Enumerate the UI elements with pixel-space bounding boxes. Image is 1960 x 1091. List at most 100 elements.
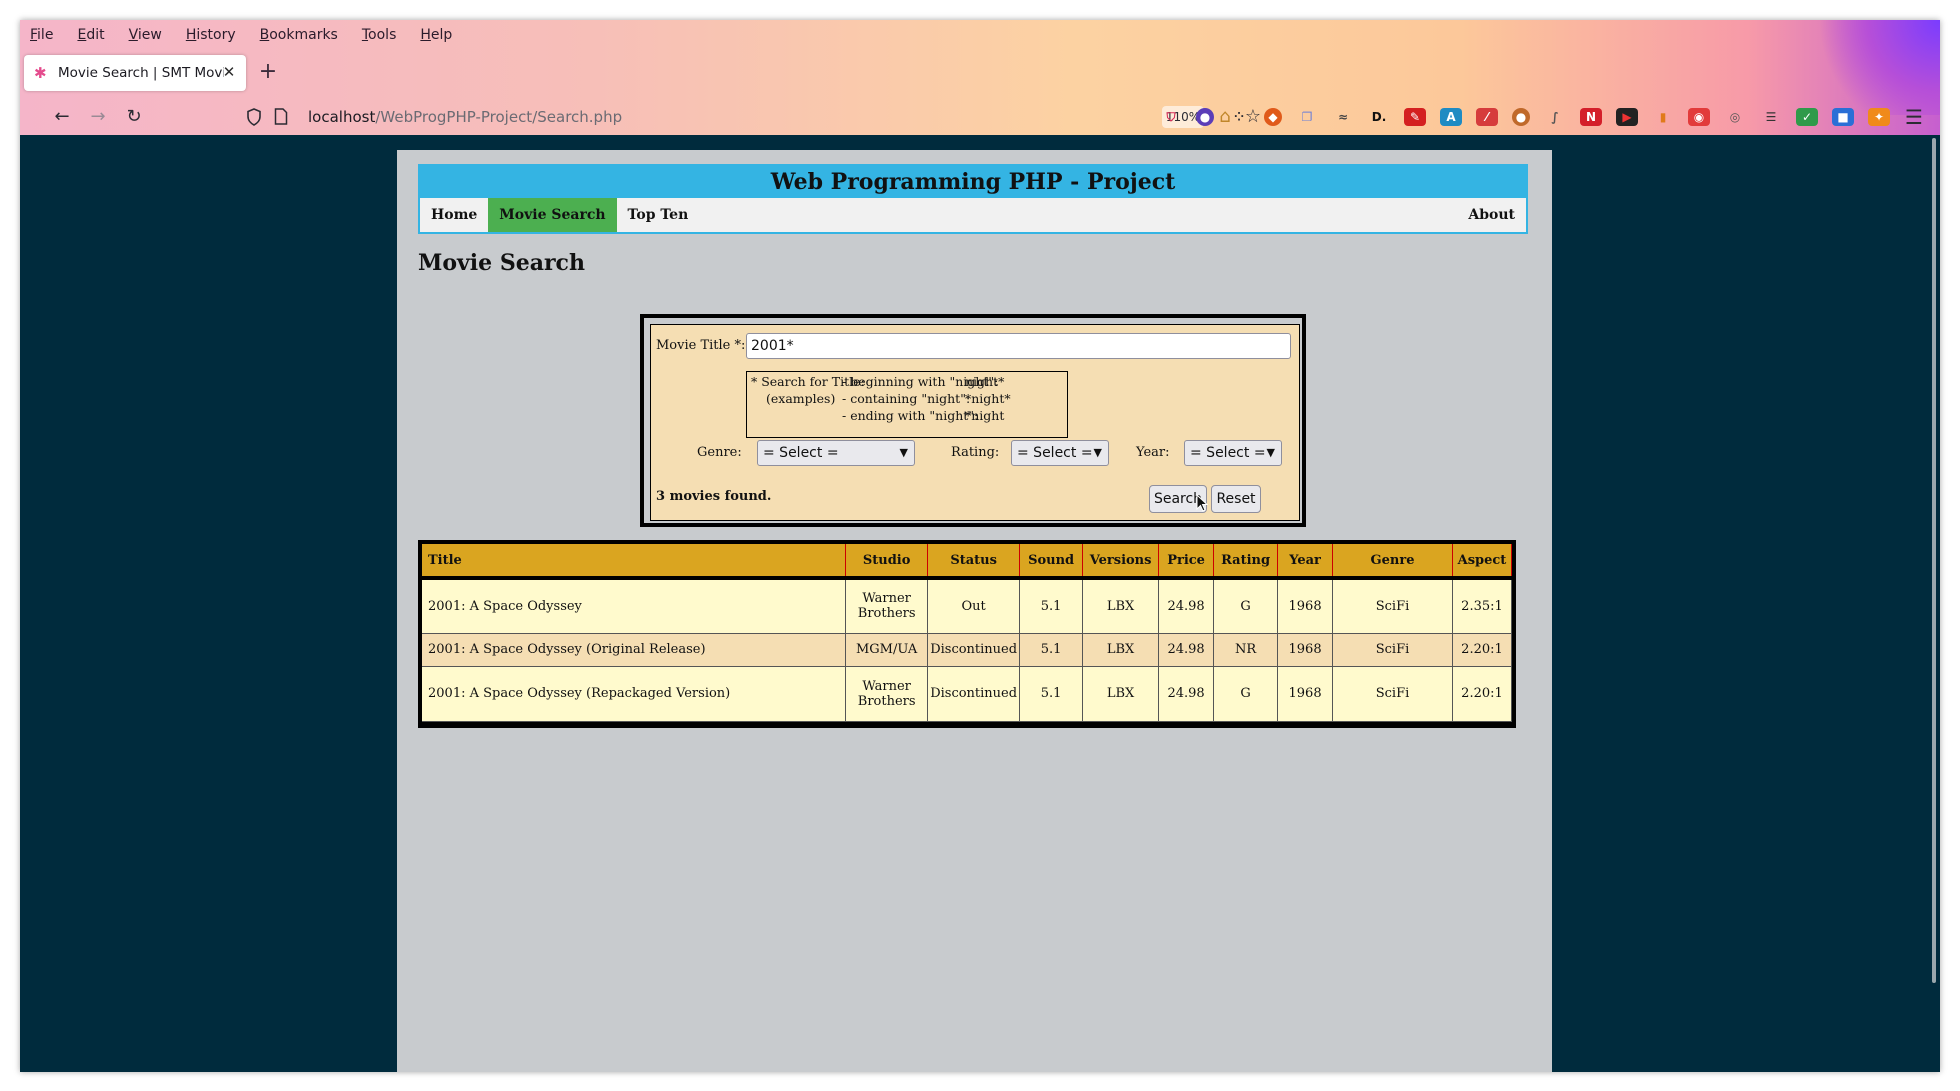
reset-button[interactable]: Reset: [1211, 485, 1261, 513]
pen-extension-icon[interactable]: ✎: [1404, 108, 1426, 126]
nav-movie-search[interactable]: Movie Search: [488, 198, 617, 232]
help-example-1: night*: [965, 374, 1005, 389]
col-header-aspect[interactable]: Aspect: [1452, 544, 1513, 580]
nav-top-ten[interactable]: Top Ten: [617, 198, 700, 232]
page-container: Web Programming PHP - Project Home Movie…: [397, 150, 1552, 1072]
col-header-title[interactable]: Title: [422, 544, 847, 580]
col-header-price[interactable]: Price: [1158, 544, 1215, 580]
close-icon[interactable]: ✕: [220, 63, 238, 81]
col-header-studio[interactable]: Studio: [845, 544, 929, 580]
media-extension-icon[interactable]: ▶: [1616, 108, 1638, 126]
url-text[interactable]: localhost/WebProgPHP-Project/Search.php: [308, 108, 622, 126]
col-header-sound[interactable]: Sound: [1019, 544, 1084, 580]
cell-genre: SciFi: [1332, 578, 1453, 634]
genre-label: Genre:: [697, 445, 742, 460]
cell-status: Discontinued: [927, 633, 1021, 667]
a-extension-icon[interactable]: A: [1440, 108, 1462, 126]
camera-extension-icon[interactable]: ◉: [1688, 108, 1710, 126]
menu-view[interactable]: View: [129, 27, 162, 43]
search-help-box: * Search for Title: (examples) - beginni…: [746, 371, 1068, 438]
rating-select[interactable]: = Select = ▼: [1011, 440, 1109, 466]
site-header: Web Programming PHP - Project Home Movie…: [418, 164, 1528, 234]
rating-label: Rating:: [951, 445, 1000, 460]
nav-home[interactable]: Home: [420, 198, 488, 232]
cell-aspect: 2.35:1: [1452, 578, 1513, 634]
browser-tab[interactable]: ✱ Movie Search | SMT Movie ✕: [24, 55, 246, 91]
menu-tools[interactable]: Tools: [362, 27, 397, 43]
col-header-genre[interactable]: Genre: [1332, 544, 1453, 580]
page-content: Web Programming PHP - Project Home Movie…: [418, 164, 1528, 728]
menu-bar: File Edit View History Bookmarks Tools H…: [20, 20, 476, 50]
site-nav: Home Movie Search Top Ten About: [420, 198, 1526, 232]
shield-extension-icon[interactable]: ◆: [1264, 108, 1282, 126]
gauge-extension-icon[interactable]: ◎: [1724, 108, 1746, 126]
page-info-icon[interactable]: [274, 108, 288, 125]
col-header-rating[interactable]: Rating: [1213, 544, 1279, 580]
cell-year: 1968: [1277, 633, 1334, 667]
n-extension-icon[interactable]: N: [1580, 108, 1602, 126]
col-header-versions[interactable]: Versions: [1082, 544, 1160, 580]
cell-price: 24.98: [1158, 633, 1215, 667]
page-title: Movie Search: [418, 250, 585, 276]
nav-about[interactable]: About: [1457, 198, 1526, 232]
cell-rating: NR: [1213, 633, 1279, 667]
pdf-extension-icon[interactable]: ⁄: [1476, 108, 1498, 126]
extension-icons: ⛉ ● ⁘ ◆ ❐ ≈ D. ✎ A ⁄ ● ∫ N ▶ ▮ ◉ ◎ ☰ ✓ ■: [1160, 99, 1904, 135]
dots-extension-icon[interactable]: ⁘: [1228, 108, 1250, 126]
menu-help[interactable]: Help: [420, 27, 452, 43]
cell-versions: LBX: [1082, 666, 1160, 722]
cell-price: 24.98: [1158, 666, 1215, 722]
cell-studio: MGM/UA: [845, 633, 929, 667]
cell-genre: SciFi: [1332, 633, 1453, 667]
cell-studio: Warner Brothers: [845, 666, 929, 722]
help-example-2: *night*: [965, 391, 1011, 406]
cell-year: 1968: [1277, 578, 1334, 634]
menu-bookmarks[interactable]: Bookmarks: [260, 27, 338, 43]
quill-extension-icon[interactable]: ∫: [1544, 108, 1566, 126]
table-row[interactable]: 2001: A Space Odyssey (Repackaged Versio…: [422, 666, 1513, 722]
puzzle-extension-icon[interactable]: ✦: [1868, 108, 1890, 126]
cell-year: 1968: [1277, 666, 1334, 722]
menu-file[interactable]: File: [30, 27, 53, 43]
cell-sound: 5.1: [1019, 633, 1084, 667]
studio-line-1: Warner: [862, 678, 911, 694]
table-row[interactable]: 2001: A Space Odyssey (Original Release)…: [422, 633, 1513, 667]
menu-edit[interactable]: Edit: [77, 27, 104, 43]
forward-arrow-icon[interactable]: →: [84, 103, 112, 131]
reload-icon[interactable]: ↻: [120, 103, 148, 131]
chevron-down-icon: ▼: [1093, 446, 1102, 459]
movie-title-input[interactable]: 2001*: [746, 333, 1291, 359]
cell-price: 24.98: [1158, 578, 1215, 634]
check-extension-icon[interactable]: ✓: [1796, 108, 1818, 126]
hamburger-menu-icon[interactable]: ☰: [1900, 103, 1928, 131]
cell-sound: 5.1: [1019, 578, 1084, 634]
tab-strip: ✱ Movie Search | SMT Movie ✕ +: [20, 55, 1940, 91]
feather-extension-icon[interactable]: ≈: [1332, 108, 1354, 126]
tab-favicon-icon: ✱: [34, 64, 47, 82]
menu-history[interactable]: History: [186, 27, 236, 43]
movie-title-label: Movie Title *:: [656, 338, 746, 353]
browser-window: File Edit View History Bookmarks Tools H…: [20, 20, 1940, 1072]
genre-select[interactable]: = Select = ▼: [757, 440, 915, 466]
circle-extension-icon[interactable]: ●: [1196, 108, 1214, 126]
shield-icon[interactable]: [246, 108, 262, 126]
table-row[interactable]: 2001: A Space Odyssey Warner Brothers Out…: [422, 578, 1513, 634]
cell-aspect: 2.20:1: [1452, 633, 1513, 667]
year-select[interactable]: = Select = ▼: [1184, 440, 1282, 466]
browser-chrome: File Edit View History Bookmarks Tools H…: [20, 20, 1940, 135]
d-extension-icon[interactable]: D.: [1368, 108, 1390, 126]
list-extension-icon[interactable]: ☰: [1760, 108, 1782, 126]
back-arrow-icon[interactable]: ←: [48, 103, 76, 131]
copy-extension-icon[interactable]: ❐: [1296, 108, 1318, 126]
trash-extension-icon[interactable]: ▮: [1652, 108, 1674, 126]
scrollbar-thumb[interactable]: [1932, 138, 1936, 983]
cookie-extension-icon[interactable]: ●: [1512, 108, 1530, 126]
col-header-year[interactable]: Year: [1277, 544, 1334, 580]
new-tab-icon[interactable]: +: [256, 61, 280, 85]
col-header-status[interactable]: Status: [927, 544, 1021, 580]
lock-extension-icon[interactable]: ■: [1832, 108, 1854, 126]
search-form-panel: Movie Title *: 2001* * Search for Title:…: [650, 324, 1300, 521]
tab-title: Movie Search | SMT Movie: [58, 65, 224, 81]
cell-genre: SciFi: [1332, 666, 1453, 722]
pocket-icon[interactable]: ⛉: [1160, 108, 1182, 126]
